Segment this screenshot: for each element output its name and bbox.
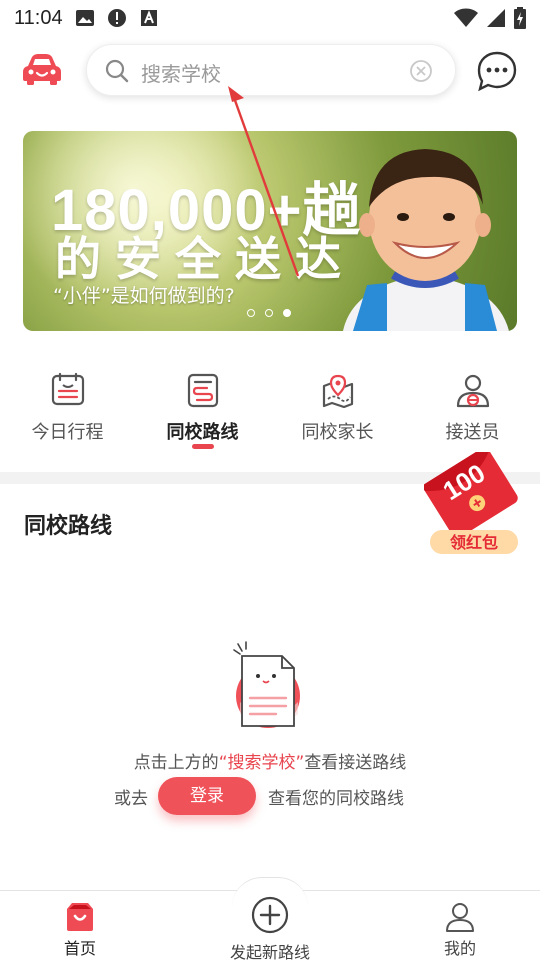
header: 搜索学校 <box>0 40 540 100</box>
nav-label: 今日行程 <box>31 422 104 443</box>
clear-icon[interactable] <box>409 59 433 83</box>
banner-subtitle: “小伴”是如何做到的? <box>53 285 235 307</box>
quick-nav: 今日行程 同校路线 同校家长 接送员 <box>0 368 540 458</box>
promo-banner[interactable]: 180,000+趟 的安全送达 “小伴”是如何做到的? <box>23 131 517 331</box>
banner-dot-active[interactable] <box>283 309 291 317</box>
font-icon <box>140 10 157 26</box>
calendar-icon <box>51 372 84 406</box>
banner-pagination[interactable] <box>247 309 291 317</box>
bottom-tab-bar: 首页 发起新路线 我的 <box>0 877 540 960</box>
tab-mine[interactable]: 我的 <box>400 891 520 959</box>
empty-document-icon <box>233 641 300 728</box>
gallery-icon <box>75 10 94 26</box>
banner-dot[interactable] <box>247 309 255 317</box>
status-right <box>454 7 526 29</box>
status-time: 11:04 <box>14 6 63 29</box>
banner-dot[interactable] <box>265 309 273 317</box>
plus-circle-icon <box>251 896 289 934</box>
battery-icon <box>514 7 526 29</box>
login-button[interactable]: 登录 <box>158 777 256 815</box>
section-title: 同校路线 <box>24 514 113 539</box>
tab-label: 首页 <box>63 939 96 958</box>
or-go-text: 或去 <box>114 788 148 809</box>
tab-label: 我的 <box>443 939 476 958</box>
search-school-link[interactable]: “搜索学校” <box>219 753 305 773</box>
nav-label: 同校家长 <box>301 422 374 443</box>
tab-new-route[interactable]: 发起新路线 <box>210 891 330 960</box>
driver-icon <box>456 374 489 408</box>
signal-icon <box>487 9 505 27</box>
search-input[interactable]: 搜索学校 <box>141 58 221 87</box>
nav-label: 同校路线 <box>166 422 239 443</box>
tab-home[interactable]: 首页 <box>20 891 140 959</box>
chat-bubble-icon[interactable] <box>476 50 518 92</box>
empty-state-hint: 点击上方的“搜索学校”查看接送路线 <box>0 748 540 773</box>
alert-icon <box>107 9 126 27</box>
banner-headline-2: 的安全送达 <box>55 232 355 286</box>
home-bag-icon <box>67 903 93 931</box>
nav-drivers[interactable]: 接送员 <box>405 368 540 458</box>
wifi-icon <box>454 8 478 27</box>
nav-school-parents[interactable]: 同校家长 <box>270 368 405 458</box>
red-packet-label: 领红包 <box>450 533 498 552</box>
search-bar[interactable]: 搜索学校 <box>86 44 456 96</box>
tab-label: 发起新路线 <box>229 943 310 960</box>
status-bar: 11:04 <box>0 0 540 36</box>
map-pin-icon <box>322 374 353 408</box>
empty-state-login-row: 或去 登录 查看您的同校路线 <box>114 776 404 816</box>
car-logo-icon[interactable] <box>22 52 62 86</box>
route-icon <box>187 373 218 408</box>
nav-today-trips[interactable]: 今日行程 <box>0 368 135 458</box>
user-icon <box>446 903 474 932</box>
hint-prefix: 点击上方的 <box>133 753 219 773</box>
red-packet-badge[interactable]: 100 领红包 <box>424 452 524 558</box>
nav-label: 接送员 <box>445 422 500 443</box>
active-tab-indicator <box>192 444 214 449</box>
hint-suffix: 查看接送路线 <box>304 753 407 773</box>
nav-school-routes[interactable]: 同校路线 <box>135 368 270 458</box>
search-icon <box>105 59 129 83</box>
view-routes-text: 查看您的同校路线 <box>268 788 404 809</box>
